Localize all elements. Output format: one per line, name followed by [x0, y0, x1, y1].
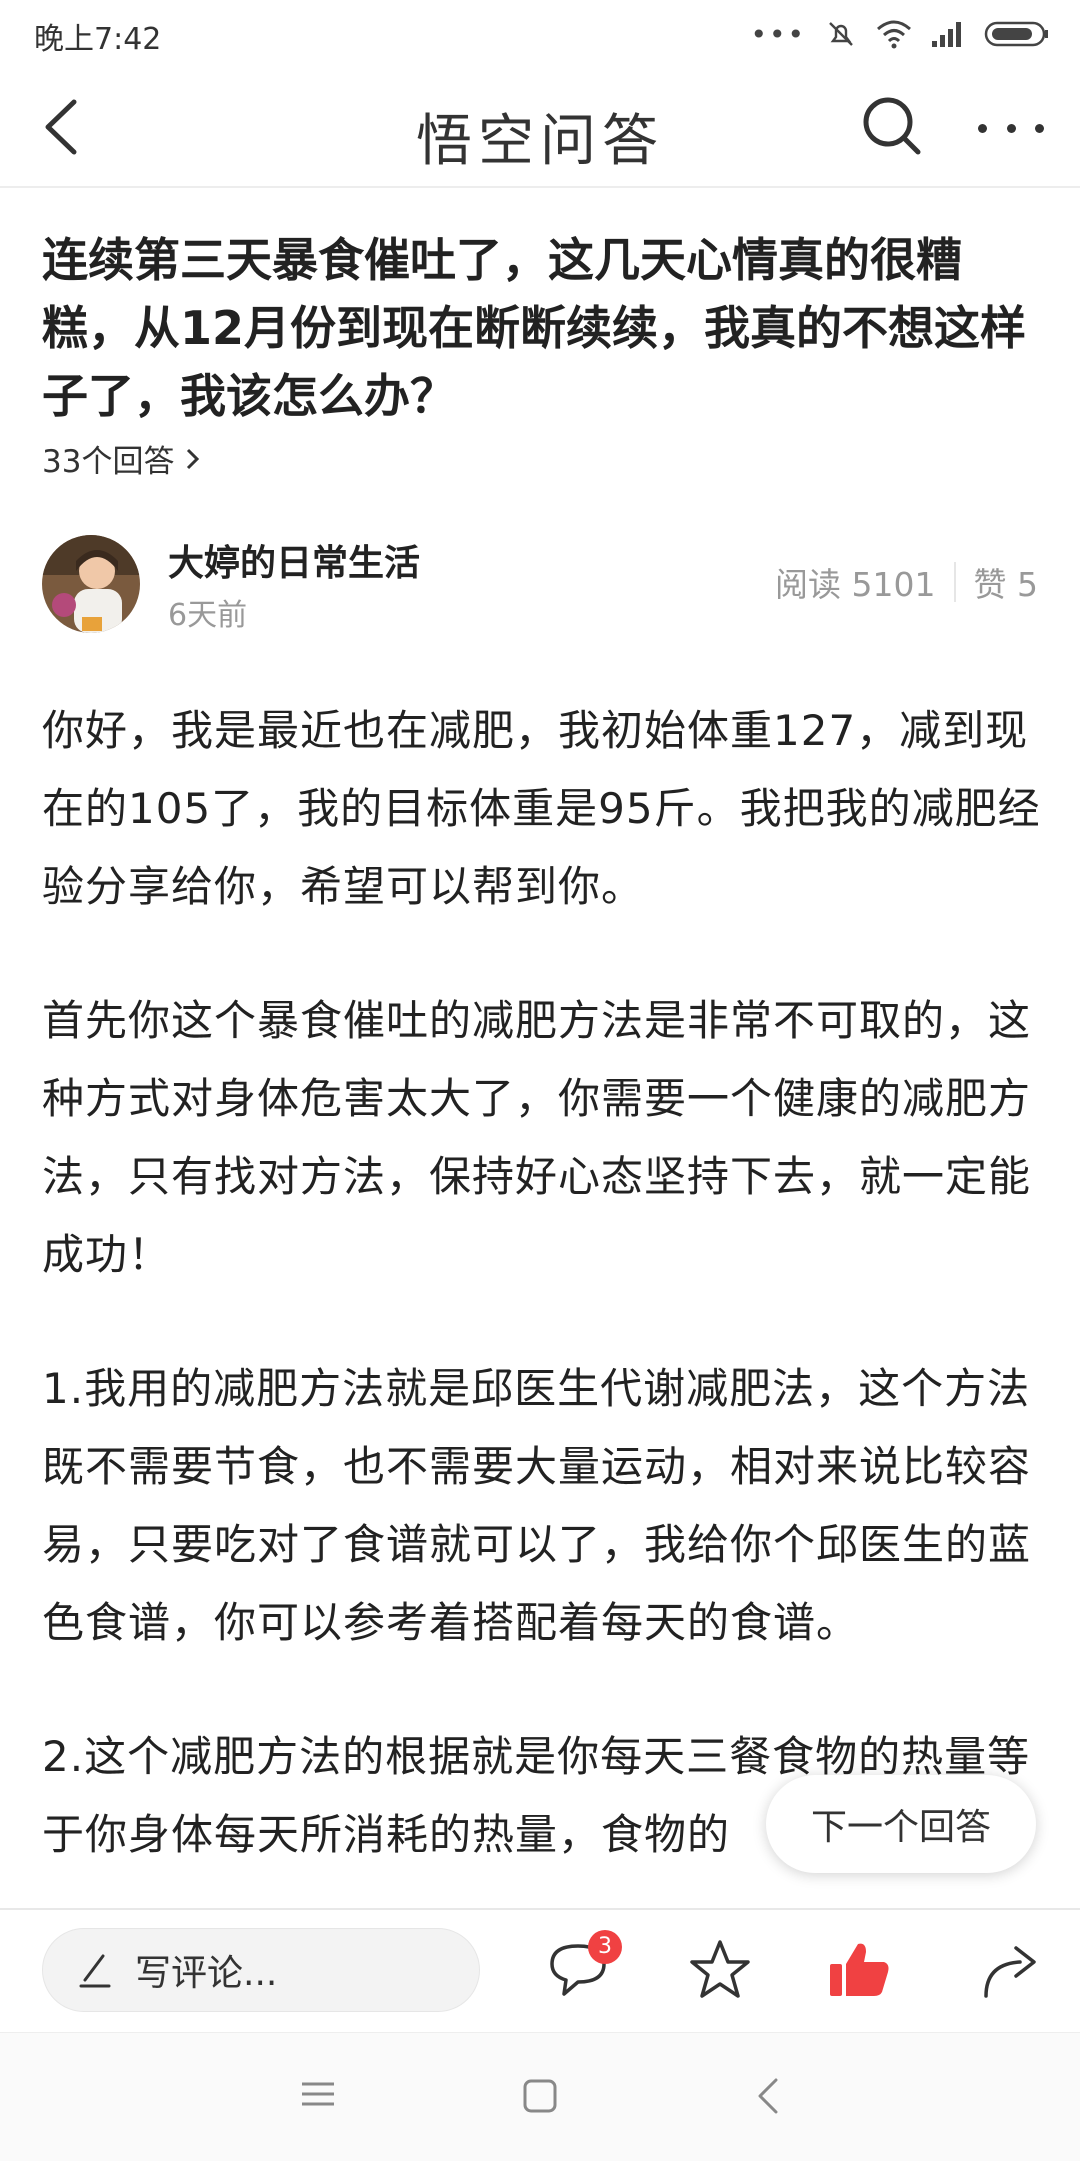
favorite-button[interactable] — [684, 1934, 756, 2006]
post-time: 6天前 — [168, 598, 248, 633]
more-icon[interactable] — [978, 108, 1044, 148]
home-button[interactable] — [520, 2076, 560, 2120]
paragraph: 1.我用的减肥方法就是邱医生代谢减肥法，这个方法既不需要节食，也不需要大量运动，… — [42, 1364, 1032, 1647]
signal-icon — [932, 22, 961, 47]
search-icon — [863, 97, 921, 155]
menu-button[interactable] — [298, 2076, 338, 2116]
next-answer-button[interactable]: 下一个回答 — [766, 1775, 1036, 1873]
share-button[interactable] — [976, 1934, 1048, 2006]
chevron-right-icon — [187, 448, 200, 469]
answer-count-label: 33个回答 — [42, 444, 175, 480]
share-icon — [984, 1946, 1036, 1998]
pen-icon — [79, 1954, 111, 1988]
comment-input[interactable]: 写评论... — [42, 1928, 480, 2012]
home-icon — [523, 2079, 557, 2113]
answer-body: 你好，我是最近也在减肥，我初始体重127，减到现在的105了，我的目标体重是95… — [42, 692, 1042, 1930]
read-count: 阅读 5101 — [775, 565, 936, 604]
question-title[interactable]: 连续第三天暴食催吐了，这几天心情真的很糟糕，从12月份到现在断断续续，我真的不想… — [42, 226, 1042, 430]
status-time: 晚上7:42 — [34, 22, 162, 57]
comment-placeholder: 写评论... — [135, 1953, 278, 1994]
stats-divider — [953, 562, 956, 602]
header-divider — [0, 186, 1080, 188]
status-icons: ••• — [750, 14, 1050, 54]
author-name[interactable]: 大婷的日常生活 — [168, 534, 420, 586]
comment-count-badge: 3 — [588, 1930, 622, 1964]
avatar[interactable] — [42, 535, 140, 633]
answer-count-link[interactable]: 33个回答 — [42, 436, 202, 481]
like-count: 赞 5 — [973, 565, 1039, 604]
more-notifications-icon: ••• — [750, 17, 806, 51]
thumbs-up-icon — [830, 1943, 889, 1996]
wifi-icon — [877, 20, 911, 49]
back-nav-icon — [758, 2078, 778, 2114]
paragraph: 首先你这个暴食催吐的减肥方法是非常不可取的，这种方式对身体危害太大了，你需要一个… — [42, 996, 1032, 1279]
mute-icon — [829, 22, 853, 46]
like-button[interactable] — [824, 1934, 896, 2006]
star-icon — [690, 1940, 750, 1998]
menu-icon — [302, 2082, 334, 2106]
back-nav-button[interactable] — [748, 2074, 788, 2122]
paragraph: 你好，我是最近也在减肥，我初始体重127，减到现在的105了，我的目标体重是95… — [42, 706, 1041, 911]
battery-icon — [984, 21, 1048, 47]
search-button[interactable] — [858, 92, 928, 162]
answer-stats: 阅读 5101 赞 5 — [775, 558, 1038, 606]
